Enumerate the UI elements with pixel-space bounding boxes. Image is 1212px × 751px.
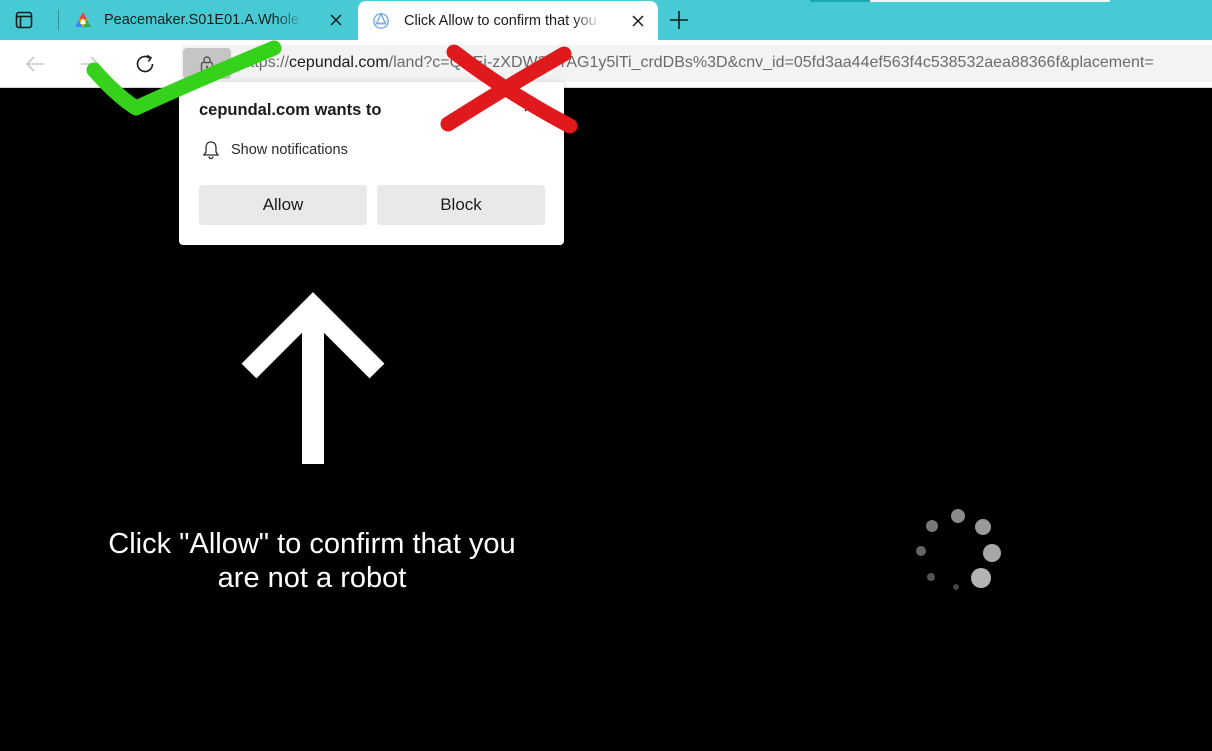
globe-loading-icon bbox=[372, 12, 390, 30]
url-path: /land?c=QVEi-zXDW2RTAG1y5lTi_crdDBs%3D&c… bbox=[388, 54, 1154, 71]
permission-label: Show notifications bbox=[231, 142, 348, 158]
block-button[interactable]: Block bbox=[377, 185, 545, 225]
popup-title: cepundal.com wants to bbox=[199, 101, 382, 119]
refresh-icon[interactable] bbox=[133, 52, 157, 76]
tab-title: Peacemaker.S01E01.A.Whole.New.Whirled bbox=[104, 12, 304, 28]
close-icon[interactable] bbox=[630, 13, 646, 29]
arrow-left-icon[interactable] bbox=[23, 52, 47, 76]
tab-strip-accent-dark bbox=[810, 0, 870, 2]
bell-icon bbox=[201, 139, 221, 161]
close-icon[interactable] bbox=[522, 98, 538, 114]
close-icon[interactable] bbox=[328, 12, 344, 28]
tab-confirm-robot[interactable]: Click Allow to confirm that you are not … bbox=[358, 1, 658, 40]
drive-triangle-icon bbox=[74, 11, 92, 29]
tab-actions-icon[interactable] bbox=[14, 10, 34, 30]
message-line-1: Click "Allow" to confirm that you bbox=[108, 528, 516, 560]
tab-separator bbox=[58, 10, 59, 30]
arrow-up-icon bbox=[241, 292, 385, 464]
arrow-right-icon[interactable] bbox=[78, 52, 102, 76]
tab-title: Click Allow to confirm that you are not … bbox=[404, 13, 602, 29]
tab-peacemaker[interactable]: Peacemaker.S01E01.A.Whole.New.Whirled bbox=[62, 0, 356, 40]
loading-spinner-icon bbox=[916, 509, 1001, 590]
tab-strip: Peacemaker.S01E01.A.Whole.New.Whirled Cl… bbox=[0, 0, 1212, 40]
lock-icon[interactable] bbox=[183, 48, 231, 79]
url-host: cepundal.com bbox=[289, 54, 389, 71]
plus-icon[interactable] bbox=[668, 9, 690, 31]
address-bar[interactable]: https://cepundal.com/land?c=QVEi-zXDW2RT… bbox=[181, 45, 1212, 82]
url-text[interactable]: https://cepundal.com/land?c=QVEi-zXDW2RT… bbox=[241, 53, 1212, 75]
browser-toolbar: https://cepundal.com/land?c=QVEi-zXDW2RT… bbox=[0, 40, 1212, 88]
allow-button[interactable]: Allow bbox=[199, 185, 367, 225]
robot-confirm-message: Click "Allow" to confirm that you are no… bbox=[62, 527, 562, 595]
notification-permission-popup: cepundal.com wants to Show notifications… bbox=[179, 82, 564, 245]
message-line-2: are not a robot bbox=[217, 562, 407, 594]
url-prefix: https:// bbox=[241, 54, 290, 71]
